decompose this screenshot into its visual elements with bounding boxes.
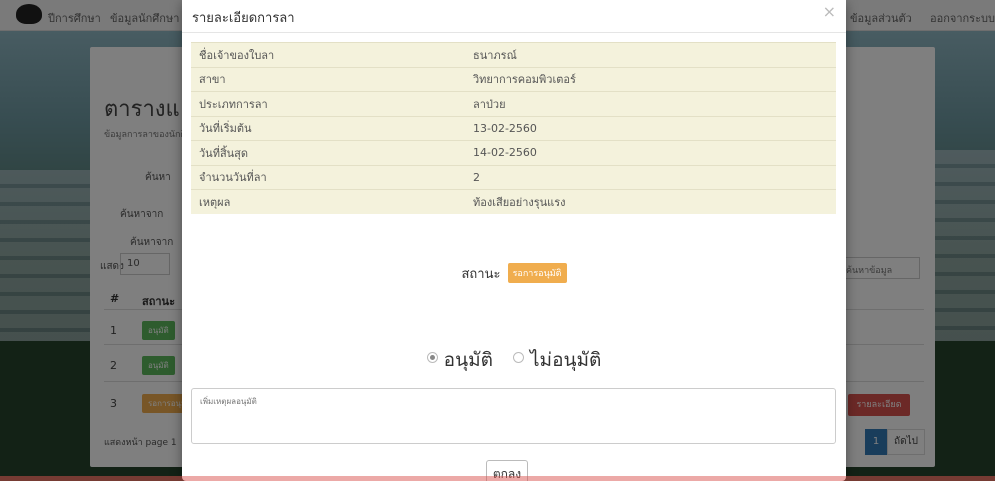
detail-value-end-date: 14-02-2560 (465, 140, 836, 165)
detail-value-owner: ธนาภรณ์ (465, 42, 836, 67)
modal-title: รายละเอียดการลา (192, 11, 295, 26)
detail-label-end-date: วันที่สิ้นสุด (191, 140, 465, 165)
table-row: เหตุผล ท้องเสียอย่างรุนแรง (191, 189, 836, 214)
status-line: สถานะ รอการอนุมัติ (182, 263, 846, 284)
reject-label[interactable]: ไม่อนุมัติ (530, 349, 601, 371)
leave-detail-table: ชื่อเจ้าของใบลา ธนาภรณ์ สาขา วิทยาการคอม… (191, 42, 836, 214)
table-row: จำนวนวันที่ลา 2 (191, 164, 836, 190)
detail-label-owner: ชื่อเจ้าของใบลา (191, 42, 465, 67)
detail-label-reason: เหตุผล (191, 189, 465, 214)
detail-label-start-date: วันที่เริ่มต้น (191, 115, 465, 141)
detail-value-start-date: 13-02-2560 (465, 115, 836, 141)
approve-option[interactable]: อนุมัติ (426, 345, 493, 375)
detail-value-leave-type: ลาป่วย (465, 91, 836, 116)
approve-label[interactable]: อนุมัติ (444, 349, 493, 371)
status-badge: รอการอนุมัติ (507, 263, 567, 283)
approval-radio-group: อนุมัติ ไม่อนุมัติ (182, 345, 846, 375)
table-row: สาขา วิทยาการคอมพิวเตอร์ (191, 66, 836, 92)
detail-value-days: 2 (465, 164, 836, 190)
detail-label-leave-type: ประเภทการลา (191, 91, 465, 116)
status-label: สถานะ (461, 267, 501, 282)
leave-detail-modal: รายละเอียดการลา × ชื่อเจ้าของใบลา ธนาภรณ… (182, 0, 846, 481)
table-row: ชื่อเจ้าของใบลา ธนาภรณ์ (191, 42, 836, 67)
detail-value-reason: ท้องเสียอย่างรุนแรง (465, 189, 836, 214)
approve-radio[interactable] (426, 352, 438, 363)
detail-label-days: จำนวนวันที่ลา (191, 164, 465, 190)
modal-header: รายละเอียดการลา × (182, 0, 846, 33)
close-icon[interactable]: × (823, 2, 836, 21)
detail-label-major: สาขา (191, 66, 465, 92)
table-row: ประเภทการลา ลาป่วย (191, 91, 836, 116)
comment-textarea[interactable] (191, 388, 836, 444)
table-row: วันที่สิ้นสุด 14-02-2560 (191, 140, 836, 165)
bottom-strip (0, 476, 995, 481)
reject-option[interactable]: ไม่อนุมัติ (512, 345, 601, 375)
reject-radio[interactable] (512, 352, 524, 363)
detail-value-major: วิทยาการคอมพิวเตอร์ (465, 66, 836, 92)
table-row: วันที่เริ่มต้น 13-02-2560 (191, 115, 836, 141)
